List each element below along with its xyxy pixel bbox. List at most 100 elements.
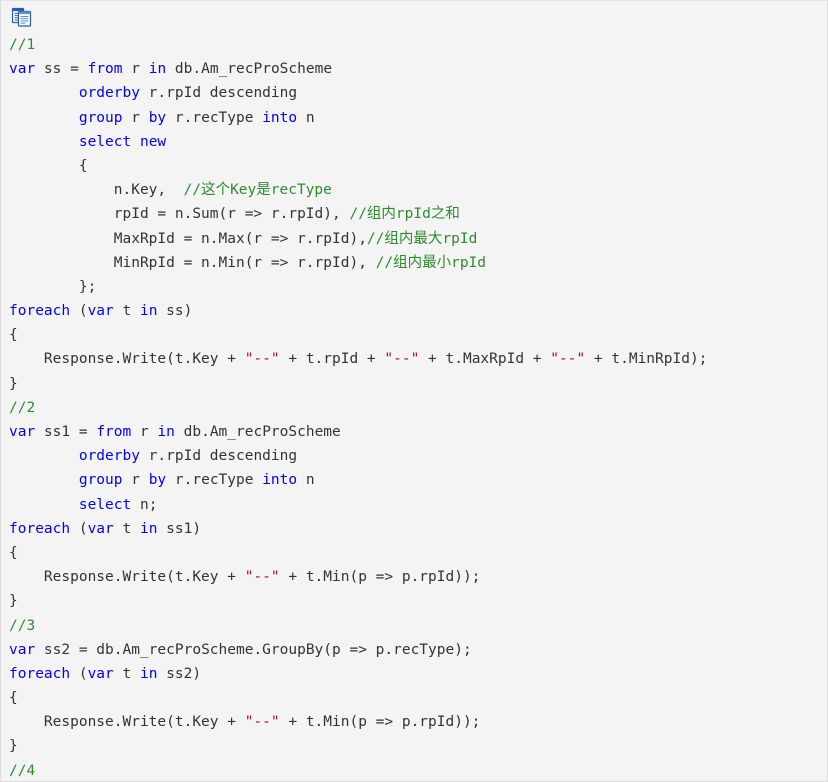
- code-token-pl: Response.Write(t.Key +: [9, 569, 245, 586]
- code-line: select new: [9, 130, 827, 154]
- code-token-pl: r: [122, 109, 149, 126]
- code-token-k: from: [87, 61, 123, 78]
- code-token-pl: r: [122, 472, 149, 489]
- code-token-k: by: [148, 472, 167, 489]
- code-token-pl: n: [297, 472, 315, 489]
- code-token-pl: ss1 =: [35, 424, 97, 440]
- code-line: rpId = n.Sum(r => r.rpId), //组内rpId之和: [9, 202, 827, 226]
- code-token-pl: + t.MinRpId);: [585, 351, 708, 368]
- code-token-pl: ss =: [35, 61, 88, 78]
- code-line: };: [9, 275, 827, 299]
- code-token-pl: };: [9, 278, 97, 295]
- code-token-k: in: [148, 61, 167, 78]
- code-token-k: var: [9, 424, 36, 440]
- code-token-st: "--": [244, 569, 280, 586]
- code-token-pl: MinRpId = n.Min(r => r.rpId),: [9, 254, 376, 271]
- code-token-k: foreach: [9, 665, 71, 682]
- code-line: n.Key, //这个Key是recType: [9, 178, 827, 202]
- code-line: MinRpId = n.Min(r => r.rpId), //组内最小rpId: [9, 251, 827, 275]
- code-token-k: in: [139, 520, 158, 537]
- code-line: Response.Write(t.Key + "--" + t.Min(p =>…: [9, 565, 827, 589]
- code-token-pl: (: [70, 665, 88, 682]
- code-token-pl: db.Am_recProScheme: [166, 61, 333, 78]
- code-token-k: var: [87, 665, 114, 682]
- code-token-st: "--": [384, 351, 420, 368]
- code-line: {: [9, 686, 827, 710]
- code-token-pl: db.Am_recProScheme: [174, 424, 341, 440]
- code-line: orderby r.rpId descending: [9, 444, 827, 468]
- code-token-pl: (: [70, 303, 88, 320]
- code-token-pl: r.recType: [166, 472, 263, 489]
- code-line: {: [9, 323, 827, 347]
- code-token-pl: r: [122, 61, 149, 78]
- code-token-k: in: [139, 665, 158, 682]
- code-token-pl: r.rpId descending: [139, 448, 298, 465]
- code-line: //3: [9, 614, 827, 638]
- code-token-k: foreach: [9, 520, 71, 537]
- code-token-pl: {: [9, 544, 18, 561]
- code-line: foreach (var t in ss2): [9, 662, 827, 686]
- code-line: group r by r.recType into n: [9, 106, 827, 130]
- code-token-k: new: [139, 133, 167, 150]
- code-line: group r by r.recType into n: [9, 468, 827, 492]
- code-token-pl: Response.Write(t.Key +: [9, 714, 245, 731]
- code-token-pl: t: [113, 303, 140, 320]
- code-token-pl: ss1): [157, 520, 202, 537]
- code-token-pl: n: [297, 109, 315, 126]
- code-line: }: [9, 734, 827, 758]
- copy-to-clipboard-icon[interactable]: [11, 7, 33, 27]
- code-token-k: by: [148, 109, 167, 126]
- code-token-k: into: [262, 109, 298, 126]
- code-token-pl: {: [9, 690, 18, 707]
- code-token-pl: r: [131, 424, 158, 440]
- code-token-k: group: [78, 109, 123, 126]
- code-token-k: var: [87, 303, 114, 320]
- code-token-k: select: [78, 133, 132, 150]
- code-snippet-viewer: //1 var ss = from r in db.Am_recProScheme…: [0, 0, 828, 782]
- code-token-k: in: [157, 424, 175, 440]
- code-token-pl: (: [70, 520, 88, 537]
- code-token-pl: ss2): [157, 665, 202, 682]
- code-line: Response.Write(t.Key + "--" + t.rpId + "…: [9, 347, 827, 371]
- code-token-pl: n;: [131, 496, 158, 513]
- code-token-pl: rpId = n.Sum(r => r.rpId),: [9, 206, 350, 223]
- code-token-cm: //4: [9, 762, 36, 779]
- code-token-pl: + t.MaxRpId +: [419, 351, 551, 368]
- code-token-k: var: [9, 61, 36, 78]
- code-line: {: [9, 541, 827, 565]
- code-line: //1: [9, 33, 827, 57]
- code-line: var ss1 = from r in db.Am_recProScheme: [9, 420, 827, 444]
- code-lines-container[interactable]: //1 var ss = from r in db.Am_recProScheme…: [1, 31, 827, 781]
- code-token-pl: + t.Min(p => p.rpId));: [279, 714, 481, 731]
- code-token-k: orderby: [78, 448, 140, 465]
- code-token-pl: }: [9, 375, 18, 392]
- code-token-k: foreach: [9, 303, 71, 320]
- code-token-k: in: [139, 303, 158, 320]
- code-token-k: select: [78, 496, 132, 513]
- code-token-cm: //组内最大rpId: [366, 230, 478, 247]
- code-line: //4: [9, 759, 827, 781]
- code-line: foreach (var t in ss1): [9, 517, 827, 541]
- code-line: var ss2 = db.Am_recProScheme.GroupBy(p =…: [9, 638, 827, 662]
- code-token-pl: + t.rpId +: [279, 351, 385, 368]
- code-line: }: [9, 589, 827, 613]
- code-token-st: "--": [550, 351, 586, 368]
- code-line: select n;: [9, 493, 827, 517]
- code-token-cm: //1: [9, 37, 36, 53]
- code-token-pl: n.Key,: [9, 182, 184, 199]
- code-token-pl: r.rpId descending: [139, 85, 298, 102]
- code-token-k: from: [96, 424, 132, 440]
- code-token-pl: MaxRpId = n.Max(r => r.rpId),: [9, 230, 367, 247]
- code-token-k: orderby: [78, 85, 140, 102]
- code-line: foreach (var t in ss): [9, 299, 827, 323]
- code-token-pl: r.recType: [166, 109, 263, 126]
- code-token-pl: t: [113, 665, 140, 682]
- code-line: var ss = from r in db.Am_recProScheme: [9, 57, 827, 81]
- code-token-k: into: [262, 472, 298, 489]
- code-line: Response.Write(t.Key + "--" + t.Min(p =>…: [9, 710, 827, 734]
- code-token-pl: Response.Write(t.Key +: [9, 351, 245, 368]
